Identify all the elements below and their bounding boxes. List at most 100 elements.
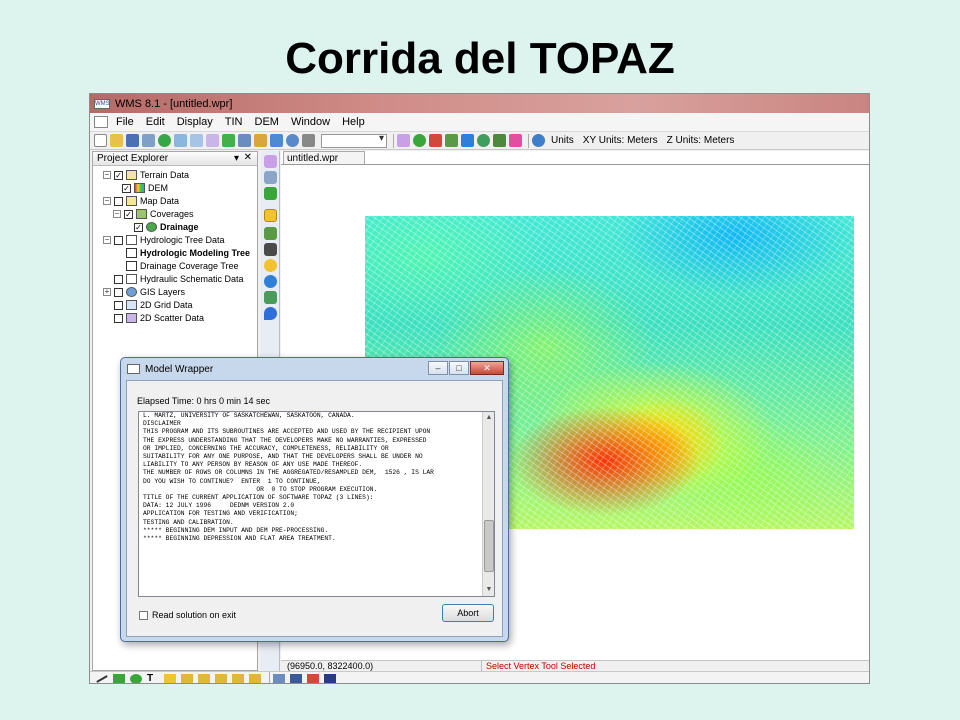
checkbox-unchecked[interactable] — [114, 235, 123, 245]
line-tool-icon[interactable] — [96, 674, 108, 683]
zoom-tool-icon[interactable] — [264, 171, 277, 184]
zoom-extent-icon[interactable] — [190, 134, 203, 147]
group-icon[interactable] — [249, 673, 261, 683]
layer-down-icon[interactable] — [232, 673, 244, 683]
model-output-console[interactable]: L. MARTZ, UNIVERSITY OF SASKATCHEWAN, SA… — [138, 411, 495, 597]
network-icon[interactable] — [461, 134, 474, 147]
dialog-titlebar[interactable]: Model Wrapper – □ ✕ — [121, 358, 508, 380]
map-icon[interactable] — [290, 673, 302, 683]
water-drop-icon[interactable] — [264, 307, 277, 320]
select-icon[interactable] — [397, 134, 410, 147]
back-arrow-icon[interactable] — [158, 134, 171, 147]
tree-node-drainage-coverage-tree[interactable]: Drainage Coverage Tree — [126, 260, 239, 272]
plot-icon[interactable] — [273, 673, 285, 683]
rectangle-tool-icon[interactable] — [113, 673, 125, 683]
pin-icon[interactable]: ▾ — [234, 153, 239, 164]
tree-node-map-data[interactable]: − Map Data — [103, 195, 179, 207]
text-tool-icon[interactable]: T — [147, 673, 159, 683]
scroll-up-icon[interactable]: ▲ — [484, 413, 494, 423]
checkbox-checked[interactable]: ✓ — [124, 209, 133, 219]
window-titlebar[interactable]: WMS WMS 8.1 - [untitled.wpr] — [90, 94, 869, 113]
scroll-down-icon[interactable]: ▼ — [484, 585, 494, 595]
tree-node-terrain-data[interactable]: − ✓ Terrain Data — [103, 169, 189, 181]
tree-node-hydrologic-modeling-tree[interactable]: Hydrologic Modeling Tree — [126, 247, 250, 259]
help-icon[interactable] — [286, 134, 299, 147]
menu-dem[interactable]: DEM — [255, 116, 279, 128]
oval-tool-icon[interactable] — [130, 673, 142, 683]
circle-tool-icon[interactable] — [264, 259, 277, 272]
frame-icon[interactable] — [174, 134, 187, 147]
collapse-icon[interactable]: − — [113, 210, 121, 218]
close-panel-icon[interactable]: ✕ — [244, 152, 252, 163]
menu-file[interactable]: File — [116, 116, 134, 128]
menu-edit[interactable]: Edit — [146, 116, 165, 128]
scatter-icon[interactable] — [509, 134, 522, 147]
paste-tool-icon[interactable] — [198, 673, 210, 683]
basin-tool-icon[interactable] — [264, 275, 277, 288]
image-tool-icon[interactable] — [164, 673, 176, 683]
checkbox-checked[interactable]: ✓ — [134, 222, 143, 232]
arrow-icon[interactable] — [324, 673, 336, 683]
checkbox-unchecked[interactable] — [139, 610, 148, 620]
run-icon[interactable] — [222, 134, 235, 147]
menu-window[interactable]: Window — [291, 116, 330, 128]
save-icon[interactable] — [126, 134, 139, 147]
console-scrollbar[interactable]: ▲ ▼ — [482, 412, 494, 596]
maximize-button[interactable]: □ — [449, 361, 469, 375]
stream-tool-icon[interactable] — [264, 291, 277, 304]
checkbox-checked[interactable]: ✓ — [114, 170, 123, 180]
tree-icon[interactable] — [445, 134, 458, 147]
module-combo[interactable] — [321, 133, 387, 148]
tree-node-gis-layers[interactable]: + GIS Layers — [103, 286, 185, 298]
units-icon[interactable] — [532, 134, 545, 147]
collapse-icon[interactable]: − — [103, 236, 111, 244]
read-solution-checkbox[interactable]: Read solution on exit — [139, 610, 236, 620]
print-icon[interactable] — [142, 134, 155, 147]
minimize-button[interactable]: – — [428, 361, 448, 375]
menu-display[interactable]: Display — [177, 116, 213, 128]
collapse-icon[interactable]: − — [103, 197, 111, 205]
drainage-icon[interactable] — [413, 134, 426, 147]
menu-tin[interactable]: TIN — [225, 116, 243, 128]
collapse-icon[interactable]: − — [103, 171, 111, 179]
open-folder-icon[interactable] — [110, 134, 123, 147]
close-button[interactable]: ✕ — [470, 361, 504, 375]
tree-node-2d-grid-data[interactable]: 2D Grid Data — [114, 299, 193, 311]
view-icon[interactable] — [206, 134, 219, 147]
outlet-tool-icon[interactable] — [264, 243, 277, 256]
layer-up-icon[interactable] — [215, 673, 227, 683]
create-feature-tool-icon[interactable] — [264, 227, 277, 240]
globe-icon[interactable] — [477, 134, 490, 147]
display-options-icon[interactable] — [238, 134, 251, 147]
tree-node-drainage[interactable]: ✓ Drainage — [134, 221, 199, 233]
new-file-icon[interactable] — [94, 134, 107, 147]
checkbox-unchecked[interactable] — [114, 313, 123, 323]
menu-help[interactable]: Help — [342, 116, 365, 128]
copy-tool-icon[interactable] — [181, 673, 193, 683]
flag-icon[interactable] — [307, 673, 319, 683]
tab-untitled-wpr[interactable]: untitled.wpr — [283, 151, 365, 165]
scroll-thumb[interactable] — [484, 520, 494, 572]
abort-button[interactable]: Abort — [442, 604, 494, 622]
tree-node-coverages[interactable]: − ✓ Coverages — [113, 208, 194, 220]
expand-icon[interactable]: + — [103, 288, 111, 296]
delete-icon[interactable] — [302, 134, 315, 147]
document-system-icon[interactable] — [94, 116, 108, 128]
checkbox-unchecked[interactable] — [114, 287, 123, 297]
checkbox-checked[interactable]: ✓ — [122, 183, 131, 193]
select-vertex-tool-icon[interactable] — [264, 209, 277, 222]
refresh-icon[interactable] — [270, 134, 283, 147]
checkbox-unchecked[interactable] — [114, 196, 123, 206]
checkbox-unchecked[interactable] — [114, 300, 123, 310]
units-button[interactable]: Units — [551, 135, 574, 146]
tree-node-hydrologic-tree-data[interactable]: − Hydrologic Tree Data — [103, 234, 225, 246]
tree-node-2d-scatter-data[interactable]: 2D Scatter Data — [114, 312, 204, 324]
checkbox-unchecked[interactable] — [114, 274, 123, 284]
get-info-icon[interactable] — [254, 134, 267, 147]
grid-icon[interactable] — [493, 134, 506, 147]
select-tool-icon[interactable] — [264, 155, 277, 168]
tree-node-dem[interactable]: ✓ DEM — [122, 182, 168, 194]
tree-node-hydraulic-schematic-data[interactable]: Hydraulic Schematic Data — [114, 273, 244, 285]
node-icon[interactable] — [429, 134, 442, 147]
pan-tool-icon[interactable] — [264, 187, 277, 200]
